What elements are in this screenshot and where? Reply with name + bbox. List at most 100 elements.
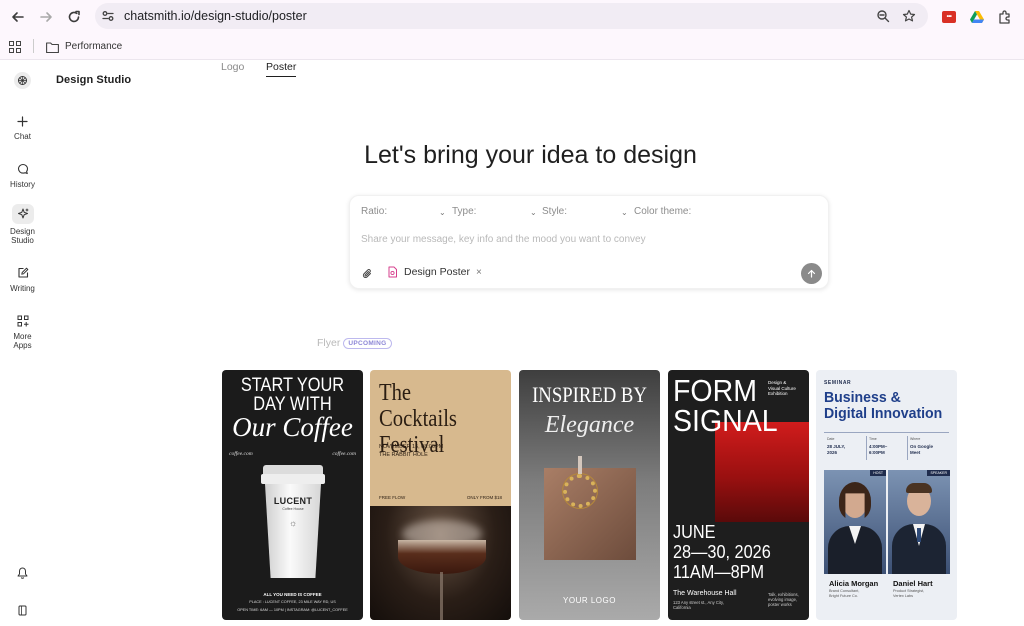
date-line1: JUNE xyxy=(673,521,716,542)
date-line3: 11AM—8PM xyxy=(673,561,765,582)
addr-line2: California xyxy=(673,605,691,610)
sidebar-item-label-line2: Studio xyxy=(11,236,34,245)
cup-sub: Coffee House xyxy=(282,507,304,511)
drive-icon[interactable] xyxy=(967,7,987,27)
side-line3: Exhibition xyxy=(768,391,788,396)
poster-footer3: OPEN TIME: 6AM — 10PM | INSTAGRAM: @LUCE… xyxy=(237,608,348,612)
poster-venue: The Warehouse Hall xyxy=(673,590,737,597)
forward-button[interactable] xyxy=(36,7,56,27)
info-time: 4:00PM– 6:00PM xyxy=(869,444,887,456)
document-icon xyxy=(388,266,397,278)
poster-line2: SIGNAL xyxy=(673,403,778,438)
sidebar-item-label-line2: Apps xyxy=(13,341,32,350)
tab-logo[interactable]: Logo xyxy=(221,61,244,73)
edit-icon xyxy=(17,267,28,278)
poster-title: FORM SIGNAL xyxy=(673,375,778,438)
poster-site-right: coffee.com xyxy=(332,451,356,457)
message-input[interactable]: Share your message, key info and the moo… xyxy=(361,234,646,245)
site-settings-icon[interactable] xyxy=(100,8,116,24)
collapse-sidebar-icon[interactable] xyxy=(18,603,27,621)
host-tag: HOST xyxy=(870,470,886,476)
info-label-time: Time xyxy=(869,437,877,441)
host-role: Brand Consultant, Bright Future Co. xyxy=(829,589,859,599)
date-line2: 28—30, 2026 xyxy=(673,541,771,562)
send-button[interactable] xyxy=(801,263,822,284)
info-where-line2: Meet xyxy=(910,450,921,455)
sun-icon: ☼ xyxy=(289,518,298,528)
coffee-cup-illustration: LUCENT Coffee House ☼ xyxy=(261,465,325,580)
cup-brand: LUCENT xyxy=(273,496,313,506)
host-name: Alicia Morgan xyxy=(829,579,879,588)
zoom-icon[interactable] xyxy=(875,8,891,24)
type-select[interactable]: Type: xyxy=(452,206,476,217)
color-theme-select[interactable]: Color theme: xyxy=(634,206,691,217)
url-text[interactable]: chatsmith.io/design-studio/poster xyxy=(124,9,307,23)
browser-toolbar: chatsmith.io/design-studio/poster ••• xyxy=(0,0,1024,33)
chevron-down-icon[interactable]: ⌄ xyxy=(621,208,628,217)
notification-bell-icon[interactable] xyxy=(17,566,28,584)
address-bar[interactable]: chatsmith.io/design-studio/poster xyxy=(95,3,928,29)
folder-icon[interactable] xyxy=(46,40,59,58)
poster-date-block: JUNE 28—30, 2026 11AM—8PM xyxy=(673,522,771,582)
sidebar-item-label: Chat xyxy=(14,132,31,141)
apps-grid-icon[interactable] xyxy=(9,40,21,58)
speaker-tag: SPEAKER xyxy=(927,470,950,476)
poster-line1: Business & xyxy=(824,389,901,406)
poster-venue: THE RABBIT HOLE xyxy=(379,452,428,458)
poster-title: INSPIRED BY xyxy=(532,382,647,407)
bookmark-folder-performance[interactable]: Performance xyxy=(65,41,122,52)
tab-flyer: Flyer UPCOMING xyxy=(317,337,392,349)
poster-title: START YOUR DAY WITH xyxy=(232,376,353,414)
info-label-where: Where xyxy=(910,437,921,441)
reload-button[interactable] xyxy=(64,7,84,27)
poster-card-cocktails[interactable]: The Cocktails Festival NOVEMBER 15, 08:0… xyxy=(370,370,511,620)
poster-address: 123 Any street st., Any City, California xyxy=(673,600,724,610)
bookmark-star-icon[interactable] xyxy=(901,8,917,24)
poster-line2: Digital Innovation xyxy=(824,405,943,422)
info-label-date: Date xyxy=(827,437,835,441)
info-date: 28 JULY, 2026 xyxy=(827,444,845,456)
poster-note: Talk, exhibitions, evolving image, poste… xyxy=(768,592,799,607)
poster-card-coffee[interactable]: START YOUR DAY WITH Our Coffee coffee.co… xyxy=(222,370,363,620)
extensions-puzzle-icon[interactable] xyxy=(995,7,1015,27)
sparkle-icon xyxy=(17,208,28,219)
plus-icon xyxy=(17,115,28,127)
app-title: Design Studio xyxy=(56,74,132,86)
poster-footer2: PLACE : LUCENT COFFEE, 23 MILE WAY RD, U… xyxy=(249,600,336,604)
host-photo: HOST xyxy=(824,470,886,574)
poster-info-row: Date 28 JULY, 2026 Time 4:00PM– 6:00PM Whe… xyxy=(824,432,949,462)
poster-card-elegance[interactable]: INSPIRED BY Elegance YOUR LOGO xyxy=(519,370,660,620)
poster-line1: The Cocktails xyxy=(379,380,457,432)
upcoming-badge: UPCOMING xyxy=(343,338,392,349)
sidebar-item-label-line1: More xyxy=(13,332,32,341)
speaker-photo: SPEAKER xyxy=(888,470,950,574)
style-select[interactable]: Style: xyxy=(542,206,567,217)
sidebar-item-writing[interactable]: Writing xyxy=(0,265,45,293)
sidebar-item-design-studio[interactable]: Design Studio xyxy=(0,204,45,245)
tab-poster[interactable]: Poster xyxy=(266,61,297,77)
cocktail-photo xyxy=(370,506,511,620)
poster-script: Elegance xyxy=(544,412,635,438)
poster-title: Business & Digital Innovation xyxy=(824,390,942,422)
forward-arrow-icon xyxy=(40,12,52,22)
sidebar-item-chat[interactable]: Chat xyxy=(0,113,45,141)
back-button[interactable] xyxy=(8,7,28,27)
poster-date: NOVEMBER 15, 08:00PM xyxy=(379,444,444,450)
poster-card-business[interactable]: SEMINAR Business & Digital Innovation Da… xyxy=(816,370,957,620)
chip-close-icon[interactable]: × xyxy=(476,267,482,278)
earring-photo xyxy=(544,456,636,560)
sidebar-item-more-apps[interactable]: More Apps xyxy=(0,313,45,350)
app-logo[interactable] xyxy=(14,72,31,89)
ratio-select[interactable]: Ratio: xyxy=(361,206,387,217)
chevron-down-icon[interactable]: ⌄ xyxy=(530,208,537,217)
speaker-org: Vertex Labs xyxy=(893,593,914,598)
attach-paperclip-icon[interactable] xyxy=(362,267,373,285)
app-window: Chat History Design Studio Writing More … xyxy=(0,61,1024,626)
extension-red-icon[interactable]: ••• xyxy=(939,7,959,27)
design-poster-chip[interactable]: Design Poster × xyxy=(387,262,482,282)
reload-icon xyxy=(68,10,80,23)
poster-right: ONLY FROM $18 xyxy=(466,495,502,500)
poster-card-form-signal[interactable]: FORM SIGNAL Design & Visual Culture Exhi… xyxy=(668,370,809,620)
chevron-down-icon[interactable]: ⌄ xyxy=(439,208,446,217)
bookmarks-bar: Performance xyxy=(0,33,1024,60)
